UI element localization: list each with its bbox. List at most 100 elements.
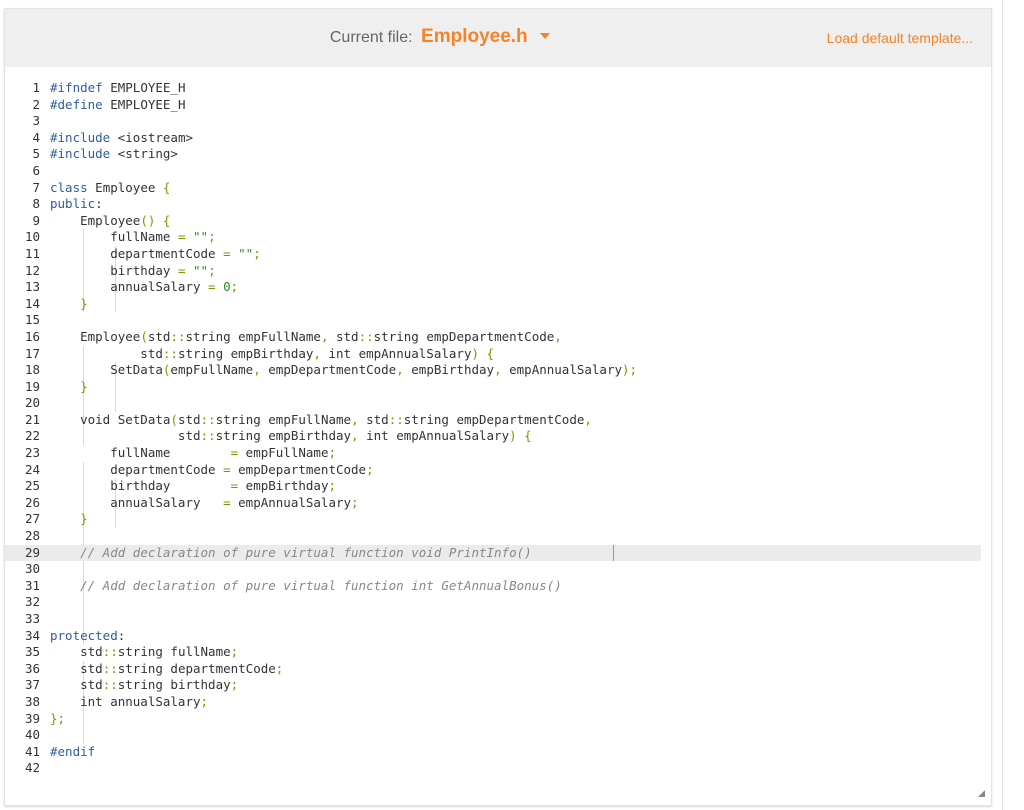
line-number: 22 [24,428,40,444]
code-line[interactable]: 11 departmentCode = ""; [5,246,991,263]
code-line[interactable]: 39}; [5,711,991,728]
code-editor[interactable]: 1 #ifndef EMPLOYEE_H 2 #define EMPLOYEE_H 3 4… [5,67,991,803]
code-line[interactable]: 31 // Add declaration of pure virtual fu… [5,578,991,595]
line-number: 6 [32,162,40,178]
code-line[interactable]: 36 std::string departmentCode; [5,661,991,678]
code-line[interactable]: 7 class Employee { [5,180,991,197]
code-text[interactable]: SetData(empFullName, empDepartmentCode, … [50,362,637,379]
code-text[interactable]: std::string birthday; [50,677,238,694]
code-line[interactable]: 17 std::string empBirthday, int empAnnua… [5,346,991,363]
code-line-active[interactable]: 29 // Add declaration of pure virtual fu… [5,544,981,562]
code-text[interactable]: void SetData(std::string empFullName, st… [50,412,592,429]
load-default-template-link[interactable]: Load default template... [827,30,973,46]
code-lines[interactable]: 1 #ifndef EMPLOYEE_H 2 #define EMPLOYEE_H 3 4… [5,80,991,777]
line-number: 15 [24,312,40,328]
line-number: 2 [32,96,40,112]
code-line[interactable]: 19 } [5,379,991,396]
code-line[interactable]: 35 std::string fullName; [5,644,991,661]
code-text[interactable]: #endif [50,744,95,761]
editor-header: Current file: Employee.h Load default te… [5,9,991,67]
code-line[interactable]: 22 std::string empBirthday, int empAnnua… [5,428,991,445]
code-line[interactable]: 5 #include <string> [5,146,991,163]
code-line[interactable]: 10 fullName = ""; [5,229,991,246]
line-number: 30 [24,561,40,577]
line-number: 3 [32,113,40,129]
line-number: 18 [24,362,40,378]
resize-handle[interactable] [978,790,985,797]
code-text[interactable]: annualSalary = 0; [50,279,238,296]
code-text[interactable]: std::string empBirthday, int empAnnualSa… [50,428,532,445]
code-line[interactable]: 4 #include <iostream> [5,130,991,147]
code-text[interactable]: // Add declaration of pure virtual funct… [50,578,562,595]
code-line[interactable]: 2 #define EMPLOYEE_H [5,97,991,114]
code-text[interactable]: std::string departmentCode; [50,661,283,678]
line-number: 28 [24,528,40,544]
code-text[interactable]: Employee() { [50,213,170,230]
code-line[interactable]: 20 [5,395,991,412]
code-text[interactable]: departmentCode = ""; [50,246,261,263]
code-line[interactable]: 23 fullName = empFullName; [5,445,991,462]
line-number: 34 [24,627,40,643]
code-text[interactable]: birthday = ""; [50,263,215,280]
code-line[interactable]: 40 [5,727,991,744]
code-line[interactable]: 34 protected: [5,628,991,645]
code-line[interactable]: 1 #ifndef EMPLOYEE_H [5,80,991,97]
code-text[interactable]: // Add declaration of pure virtual funct… [50,545,532,562]
code-text[interactable]: #include <string> [50,146,178,163]
code-line[interactable]: 33 [5,611,991,628]
code-text[interactable]: #define EMPLOYEE_H [50,97,185,114]
code-line[interactable]: 28 [5,528,991,545]
chevron-down-icon[interactable] [540,32,551,39]
line-number: 23 [24,445,40,461]
code-line[interactable]: 27 } [5,511,991,528]
line-number: 5 [32,146,40,162]
code-line[interactable]: 3 [5,113,991,130]
code-text[interactable]: departmentCode = empDepartmentCode; [50,462,373,479]
code-line[interactable]: 32 [5,594,991,611]
code-text[interactable]: fullName = ""; [50,229,215,246]
code-line[interactable]: 24 departmentCode = empDepartmentCode; [5,462,991,479]
code-line[interactable]: 8 public: [5,196,991,213]
code-line[interactable]: 6 [5,163,991,180]
code-line[interactable]: 18 SetData(empFullName, empDepartmentCod… [5,362,991,379]
line-number: 33 [24,611,40,626]
code-text[interactable]: Employee(std::string empFullName, std::s… [50,329,562,346]
line-number: 19 [24,378,40,394]
line-number: 24 [24,461,40,477]
code-line[interactable]: 38 int annualSalary; [5,694,991,711]
current-file-dropdown[interactable]: Employee.h [421,26,528,47]
code-text[interactable]: public: [50,196,103,213]
line-number: 11 [24,245,40,261]
code-line[interactable]: 12 birthday = ""; [5,263,991,280]
code-text[interactable]: }; [50,711,65,728]
code-line[interactable]: 9 Employee() { [5,213,991,230]
code-line[interactable]: 14 } [5,296,991,313]
code-text[interactable]: #include <iostream> [50,130,193,147]
line-number: 40 [24,727,40,743]
code-text[interactable]: } [50,296,88,313]
code-line[interactable]: 30 [5,561,991,578]
code-text[interactable]: birthday = empBirthday; [50,478,336,495]
code-line[interactable]: 13 annualSalary = 0; [5,279,991,296]
code-line[interactable]: 21 void SetData(std::string empFullName,… [5,412,991,429]
code-line[interactable]: 15 [5,312,991,329]
code-text[interactable]: } [50,511,88,528]
code-text[interactable]: #ifndef EMPLOYEE_H [50,80,185,97]
code-text[interactable]: protected: [50,628,125,645]
line-number: 27 [24,511,40,527]
code-line[interactable]: 26 annualSalary = empAnnualSalary; [5,495,991,512]
file-selector[interactable]: Current file: Employee.h [5,26,875,48]
code-text[interactable]: std::string empBirthday, int empAnnualSa… [50,346,494,363]
line-number: 25 [24,478,40,494]
code-text[interactable]: fullName = empFullName; [50,445,336,462]
code-text[interactable]: annualSalary = empAnnualSalary; [50,495,358,512]
code-text[interactable]: std::string fullName; [50,644,238,661]
code-line[interactable]: 42 [5,760,991,777]
code-text[interactable]: int annualSalary; [50,694,208,711]
code-text[interactable]: class Employee { [50,180,170,197]
code-line[interactable]: 41 #endif [5,744,991,761]
code-line[interactable]: 25 birthday = empBirthday; [5,478,991,495]
code-line[interactable]: 37 std::string birthday; [5,677,991,694]
code-line[interactable]: 16 Employee(std::string empFullName, std… [5,329,991,346]
code-text[interactable]: } [50,379,88,396]
